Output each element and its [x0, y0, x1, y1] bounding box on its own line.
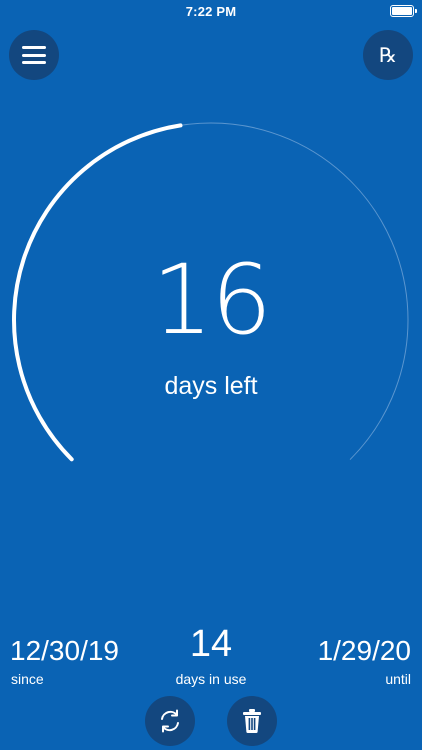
status-bar: 7:22 PM	[0, 0, 422, 22]
days-in-use-label: days in use	[175, 671, 247, 687]
refresh-icon	[161, 709, 179, 733]
delete-button[interactable]	[227, 696, 277, 746]
trash-icon	[243, 709, 261, 733]
rx-icon: ℞	[379, 44, 397, 67]
days-left-value: 16	[151, 244, 272, 356]
menu-button[interactable]	[9, 30, 59, 80]
prescription-button[interactable]: ℞	[363, 30, 413, 80]
status-time: 7:22 PM	[185, 4, 237, 19]
hamburger-menu-icon	[22, 46, 46, 64]
battery-icon	[390, 5, 417, 17]
until-date-value: 1/29/20	[317, 635, 411, 666]
refresh-button[interactable]	[145, 696, 195, 746]
days-left-label: days left	[164, 372, 258, 400]
until-label: until	[385, 671, 411, 687]
